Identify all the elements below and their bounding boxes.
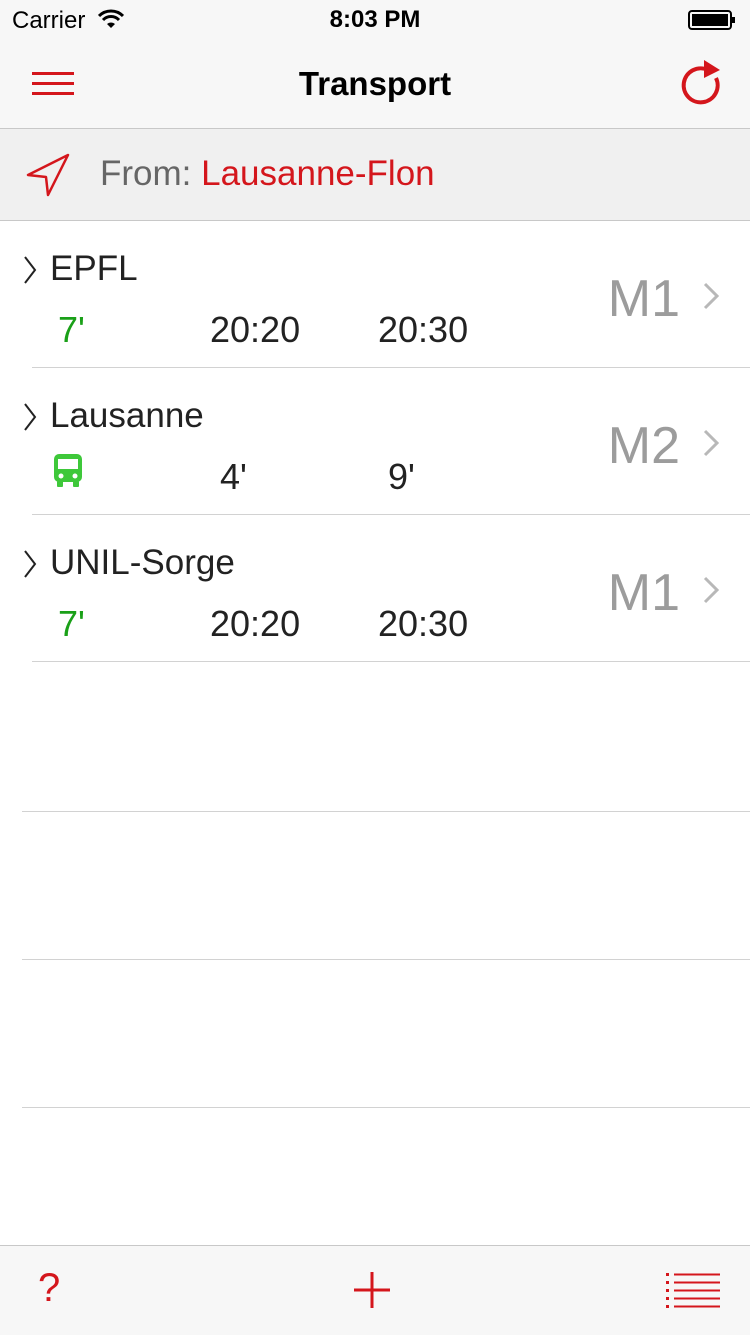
destination-label: UNIL-Sorge [50,543,235,582]
line-badge: M2 [607,417,680,475]
departure-row-epfl[interactable]: EPFL 7' 20:20 20:30 M1 [0,221,750,368]
help-button[interactable]: ? [38,1266,60,1311]
navigation-bar: Transport [0,40,750,129]
location-arrow-icon[interactable] [24,151,72,199]
from-text: From: Lausanne-Flon [100,154,435,194]
departure-minutes: 7' [58,603,85,644]
expand-chevron-icon[interactable] [22,547,38,581]
page-title: Transport [298,65,452,102]
departure-time: 20:30 [378,603,469,644]
from-station[interactable]: Lausanne-Flon [201,154,435,193]
line-badge: M1 [607,270,680,328]
expand-chevron-icon[interactable] [22,400,38,434]
empty-row-separator [22,811,750,812]
departure-minutes: 9' [388,456,415,497]
departure-minutes: 4' [220,456,247,497]
departure-time: 20:30 [378,309,469,350]
departure-time: 20:20 [210,603,301,644]
chevron-right-icon[interactable] [702,428,720,458]
bus-icon [54,454,82,487]
battery-icon [688,10,735,30]
plus-icon[interactable] [352,1270,392,1310]
departures-list: EPFL 7' 20:20 20:30 M1 Lausanne 4' 9' M2 [0,221,750,662]
chevron-right-icon[interactable] [702,281,720,311]
empty-row-separator [22,959,750,960]
destination-label: EPFL [50,249,138,288]
list-icon[interactable] [666,1272,720,1308]
bottom-toolbar: ? [0,1245,750,1335]
status-time: 8:03 PM [329,6,421,33]
row-separator [32,661,750,662]
destination-label: Lausanne [50,396,204,435]
from-location-bar[interactable]: From: Lausanne-Flon [0,129,750,221]
departure-minutes: 7' [58,309,85,350]
empty-row-separator [22,1107,750,1108]
chevron-right-icon[interactable] [702,575,720,605]
line-badge: M1 [607,564,680,622]
refresh-icon[interactable] [672,56,728,112]
departure-row-unil-sorge[interactable]: UNIL-Sorge 7' 20:20 20:30 M1 [0,515,750,662]
expand-chevron-icon[interactable] [22,253,38,287]
departure-row-lausanne[interactable]: Lausanne 4' 9' M2 [0,368,750,515]
status-bar: Carrier 8:03 PM [0,0,750,40]
departure-time: 20:20 [210,309,301,350]
from-label: From: [100,154,192,193]
